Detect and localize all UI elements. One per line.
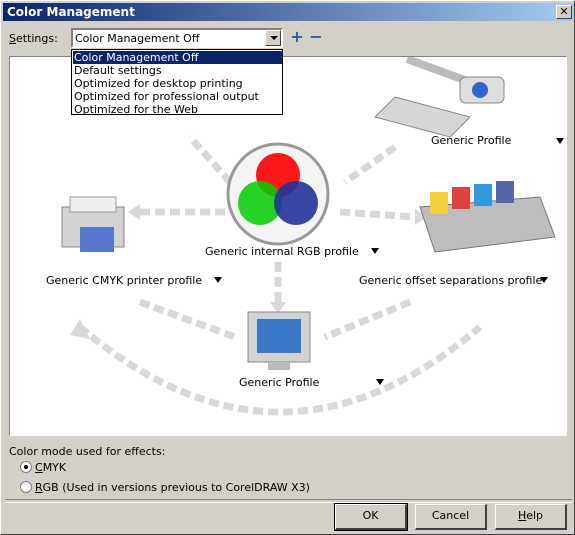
monitor-profile-dropdown-arrow[interactable] xyxy=(376,379,384,385)
monitor-icon xyxy=(247,311,311,370)
settings-dropdown[interactable]: Color Management Off xyxy=(71,28,283,48)
option-default-settings[interactable]: Default settings xyxy=(73,64,282,77)
option-professional-output[interactable]: Optimized for professional output xyxy=(73,90,282,103)
effects-color-mode-label: Color mode used for effects: xyxy=(9,445,166,458)
title-bar: Color Management ✕ xyxy=(3,3,574,21)
scanner-camera-icon xyxy=(374,57,505,138)
offset-to-monitor-arrow xyxy=(323,298,412,341)
close-button[interactable]: ✕ xyxy=(556,5,572,19)
cancel-button[interactable]: Cancel xyxy=(415,504,487,530)
printer-to-monitor-arrow xyxy=(138,298,237,341)
cmyk-radio-label[interactable]: CMYK xyxy=(35,461,66,474)
settings-dropdown-list: Color Management Off Default settings Op… xyxy=(71,49,283,116)
dropdown-arrow-icon[interactable] xyxy=(265,30,281,46)
rgb-to-offset-arrow xyxy=(339,208,416,221)
monitor-profile-label: Generic Profile xyxy=(239,376,320,389)
offset-separations-profile-label: Generic offset separations profile xyxy=(359,274,543,287)
rgb-radio-label[interactable]: RGB (Used in versions previous to CorelD… xyxy=(35,481,310,494)
arrowhead-printer xyxy=(128,204,140,220)
offset-press-icon xyxy=(419,181,556,253)
input-to-rgb-arrow xyxy=(187,134,233,185)
help-button[interactable]: Help xyxy=(495,504,567,530)
option-color-management-off[interactable]: Color Management Off xyxy=(73,51,282,64)
option-web[interactable]: Optimized for the Web xyxy=(73,103,282,116)
scanner-profile-dropdown-arrow[interactable] xyxy=(556,138,564,144)
cmyk-printer-dropdown-arrow[interactable] xyxy=(214,277,222,283)
scanner-profile-label: Generic Profile xyxy=(431,134,512,147)
settings-label: Settings: xyxy=(9,32,58,45)
ok-button[interactable]: OK xyxy=(334,503,408,531)
cmyk-radio[interactable] xyxy=(20,461,32,473)
add-preset-button[interactable]: + xyxy=(288,29,306,47)
bottom-divider xyxy=(5,499,572,503)
cmyk-printer-profile-label: Generic CMYK printer profile xyxy=(46,274,203,287)
internal-rgb-dropdown-arrow[interactable] xyxy=(371,248,379,254)
option-desktop-printing[interactable]: Optimized for desktop printing xyxy=(73,77,282,90)
internal-rgb-profile-label: Generic internal RGB profile xyxy=(205,245,359,258)
settings-selected-value: Color Management Off xyxy=(75,32,200,45)
color-management-window: Color Management ✕ Settings: Color Manag… xyxy=(0,0,575,535)
rgb-circles-icon xyxy=(226,142,330,246)
scanner-to-rgb-arrow xyxy=(342,144,398,185)
rgb-radio[interactable] xyxy=(20,481,32,493)
window-title: Color Management xyxy=(7,5,135,19)
remove-preset-button[interactable]: − xyxy=(307,29,325,47)
offset-separations-dropdown-arrow[interactable] xyxy=(540,277,548,283)
printer-icon xyxy=(61,196,125,252)
